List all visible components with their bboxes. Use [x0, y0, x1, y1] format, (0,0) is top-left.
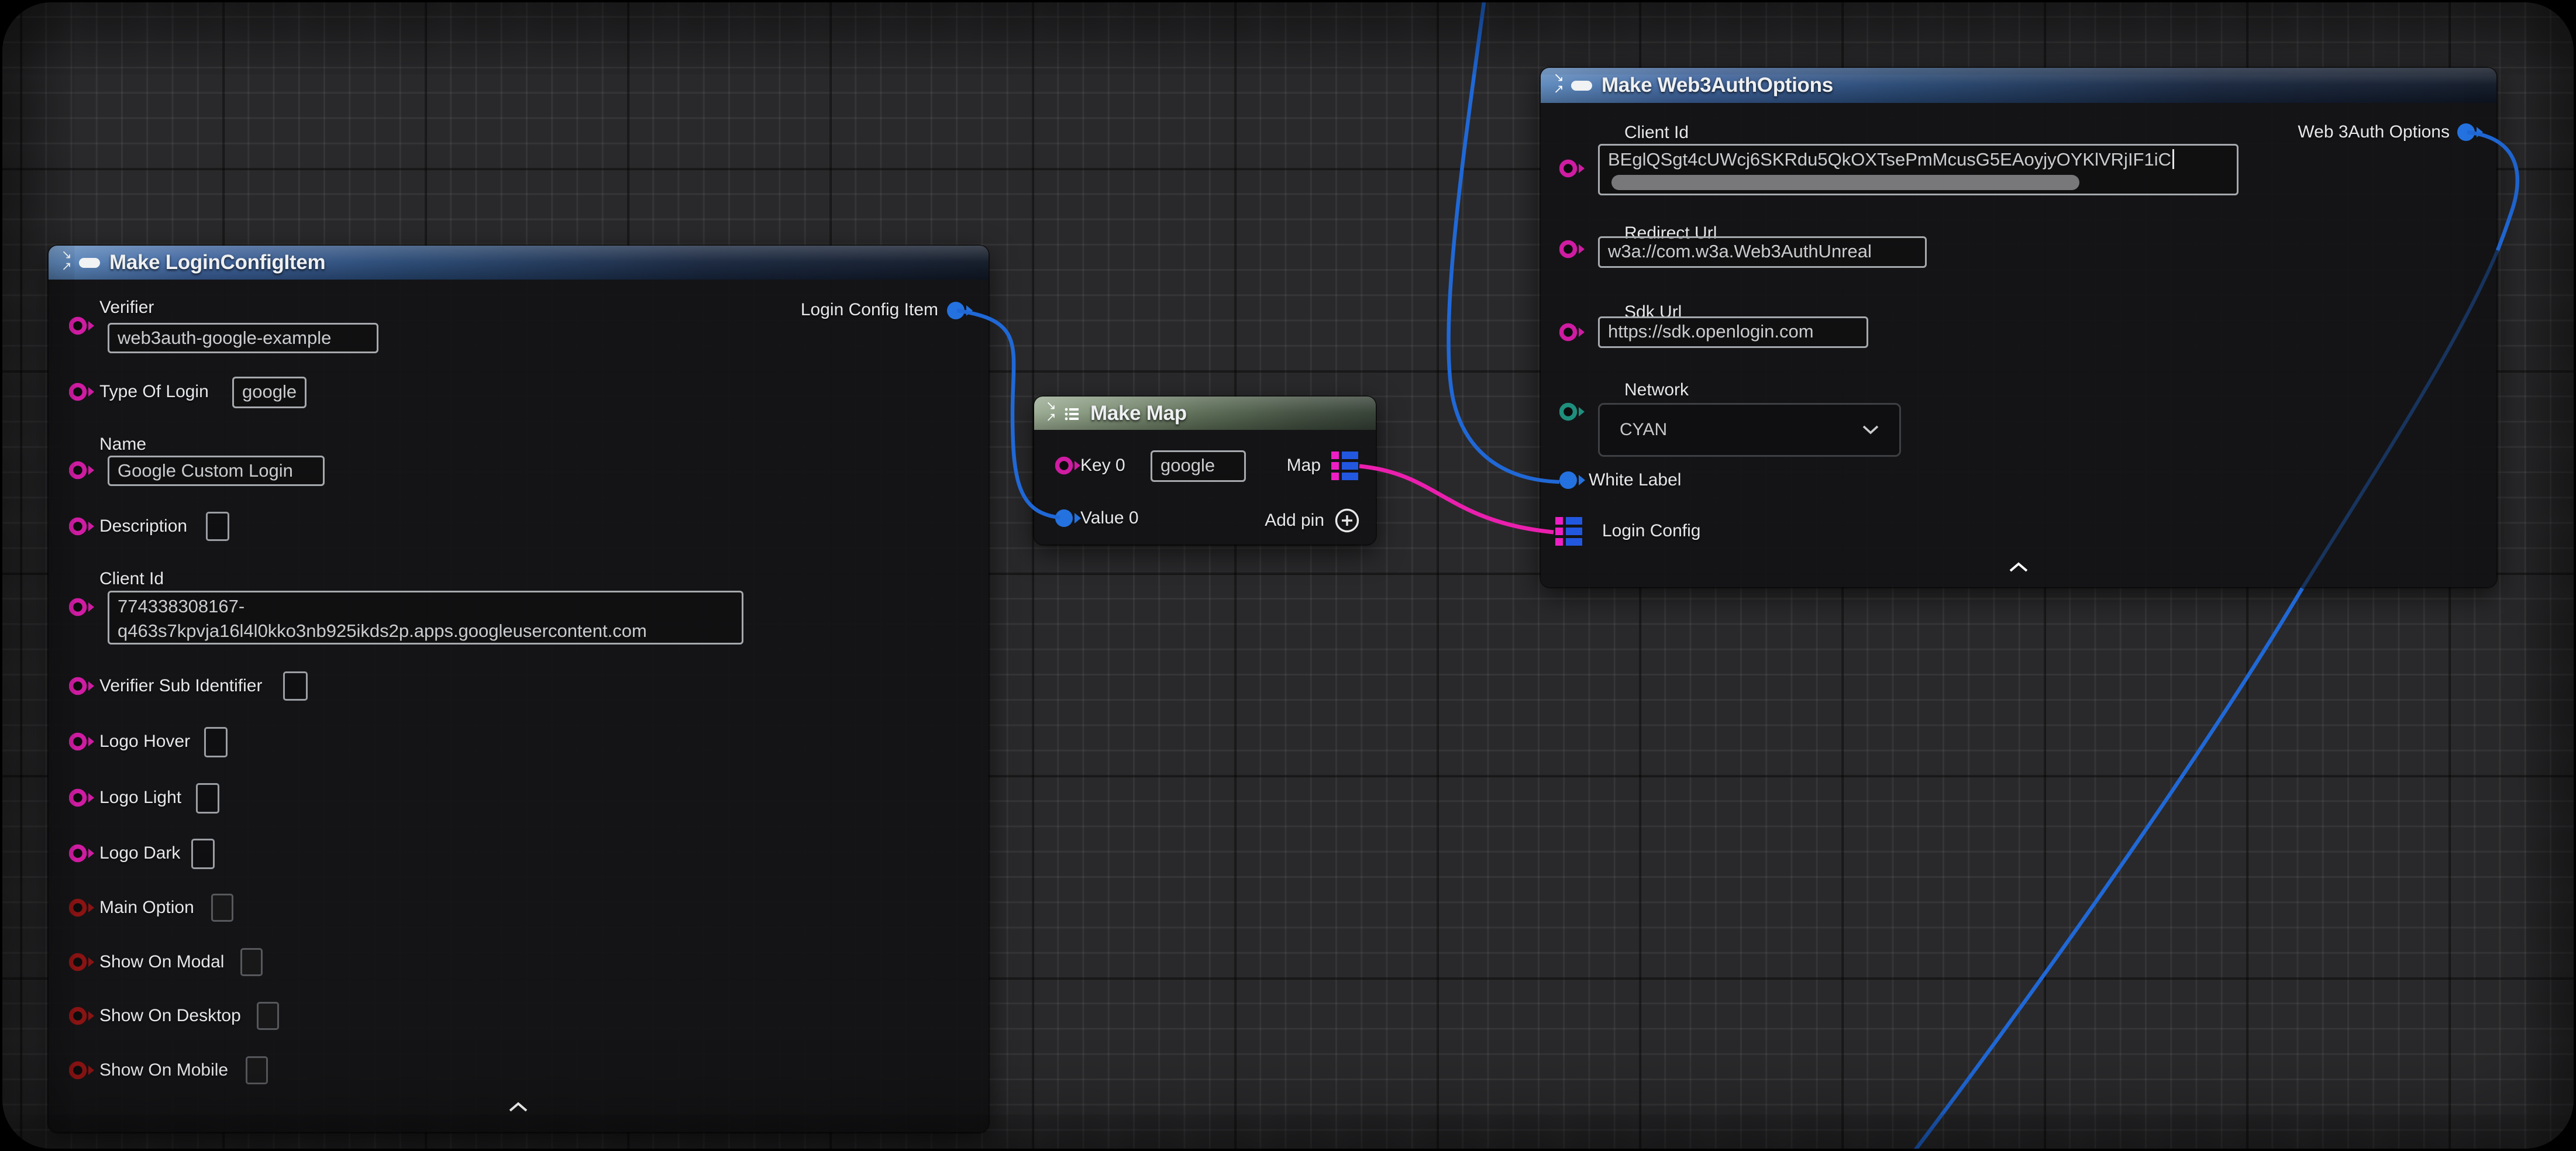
- pin-main-option[interactable]: [69, 898, 96, 918]
- name-input[interactable]: Google Custom Login: [108, 456, 325, 486]
- client-id-line1: 774338308167-: [118, 594, 733, 619]
- sdk-url-input[interactable]: https://sdk.openlogin.com: [1598, 316, 1868, 348]
- node-make-web3authoptions[interactable]: ↘↗ Make Web3AuthOptions Web 3Auth Option…: [1541, 68, 2496, 587]
- pin-type-of-login[interactable]: [69, 382, 96, 402]
- pin-web3auth-options-output[interactable]: [2457, 122, 2484, 142]
- node-header-make-web3authoptions[interactable]: ↘↗ Make Web3AuthOptions: [1541, 68, 2496, 103]
- pin-label-verifier-sub-identifier: Verifier Sub Identifier: [99, 676, 262, 697]
- pin-label-logo-light: Logo Light: [99, 787, 181, 808]
- pin-label-name: Name: [99, 434, 146, 455]
- logo-light-input[interactable]: [196, 783, 219, 814]
- pin-client-id[interactable]: [69, 597, 96, 617]
- show-on-desktop-checkbox[interactable]: [257, 1002, 279, 1030]
- pin-name[interactable]: [69, 460, 96, 480]
- pin-show-on-desktop[interactable]: [69, 1006, 96, 1026]
- pin-label-client-id: Client Id: [1624, 122, 1689, 143]
- node-make-loginconfigitem[interactable]: ↘↗ Make LoginConfigItem Login Config Ite…: [49, 246, 989, 1132]
- pin-label-show-on-modal: Show On Modal: [99, 952, 224, 973]
- description-input[interactable]: [206, 512, 229, 541]
- pin-label-client-id: Client Id: [99, 568, 164, 590]
- node-make-map[interactable]: ↘↗ Make Map Key 0 google Map: [1034, 397, 1376, 545]
- pin-label-logo-dark: Logo Dark: [99, 843, 180, 864]
- pin-label-value-0: Value 0: [1080, 508, 1139, 529]
- logo-dark-input[interactable]: [191, 839, 215, 869]
- map-output[interactable]: Map: [1287, 451, 1358, 480]
- pin-label-network: Network: [1624, 380, 1689, 401]
- collapse-node-chevron-icon[interactable]: [508, 1102, 528, 1115]
- client-id-input[interactable]: BEglQSgt4cUWcj6SKRdu5QkOXTsePmMcusG5EAoy…: [1598, 144, 2238, 195]
- main-option-checkbox[interactable]: [211, 894, 233, 922]
- show-on-mobile-checkbox[interactable]: [246, 1056, 268, 1084]
- pin-logo-dark[interactable]: [69, 843, 96, 863]
- collapse-node-chevron-icon[interactable]: [2009, 562, 2029, 576]
- node-header-make-map[interactable]: ↘↗ Make Map: [1034, 397, 1376, 430]
- client-id-input[interactable]: 774338308167- q463s7kpvja16l4l0kko3nb925…: [108, 591, 743, 645]
- type-of-login-input[interactable]: google: [232, 377, 306, 408]
- pin-label-show-on-mobile: Show On Mobile: [99, 1060, 228, 1081]
- pin-login-config-item-output[interactable]: [947, 301, 974, 321]
- add-pin-label: Add pin: [1265, 510, 1324, 531]
- pin-label-logo-hover: Logo Hover: [99, 731, 190, 752]
- pin-logo-hover[interactable]: [69, 732, 96, 752]
- pin-label-show-on-desktop: Show On Desktop: [99, 1005, 241, 1026]
- pin-sdk-url[interactable]: [1559, 322, 1586, 342]
- pin-label-map: Map: [1287, 455, 1321, 476]
- make-map-icon: ↘↗: [1046, 401, 1084, 427]
- pin-label-web3auth-options: Web 3Auth Options: [2298, 122, 2450, 143]
- wire-web3authoptions-to-bottom: [1913, 588, 2302, 1149]
- redirect-url-input[interactable]: w3a://com.w3a.Web3AuthUnreal: [1598, 236, 1927, 268]
- pin-label-verifier: Verifier: [99, 297, 154, 318]
- pin-white-label[interactable]: [1559, 470, 1586, 490]
- pin-show-on-modal[interactable]: [69, 952, 96, 972]
- pin-verifier-sub-identifier[interactable]: [69, 676, 96, 696]
- pin-client-id[interactable]: [1559, 158, 1586, 178]
- pin-label-login-config: Login Config: [1602, 521, 1700, 542]
- node-title: Make Map: [1090, 402, 1187, 425]
- add-pin-icon[interactable]: [1334, 507, 1361, 534]
- pin-label-main-option: Main Option: [99, 897, 194, 918]
- verifier-input[interactable]: web3auth-google-example: [108, 323, 378, 353]
- pin-redirect-url[interactable]: [1559, 239, 1586, 259]
- make-struct-icon: ↘↗: [1554, 73, 1594, 99]
- key-0-input[interactable]: google: [1151, 450, 1246, 482]
- make-struct-icon: ↘↗: [61, 250, 102, 276]
- chevron-down-icon: [1862, 425, 1879, 435]
- pin-show-on-mobile[interactable]: [69, 1060, 96, 1080]
- node-title: Make LoginConfigItem: [109, 251, 325, 274]
- pin-label-description: Description: [99, 516, 187, 537]
- pin-logo-light[interactable]: [69, 788, 96, 808]
- pin-label-white-label: White Label: [1589, 470, 1681, 491]
- client-id-line2: q463s7kpvja16l4l0kko3nb925ikds2p.apps.go…: [118, 619, 733, 643]
- pin-value-0[interactable]: [1055, 508, 1082, 528]
- pin-label-type-of-login: Type Of Login: [99, 381, 209, 402]
- client-id-scrollbar[interactable]: [1611, 175, 2079, 190]
- node-title: Make Web3AuthOptions: [1602, 74, 1833, 97]
- pin-key-0[interactable]: [1055, 456, 1082, 475]
- add-pin-button[interactable]: Add pin: [1265, 507, 1361, 534]
- blueprint-graph-canvas[interactable]: ↘↗ Make LoginConfigItem Login Config Ite…: [2, 2, 2574, 1149]
- map-pin-icon[interactable]: [1331, 450, 1358, 481]
- text-cursor: [2172, 149, 2174, 169]
- wire-map-to-loginconfig: [1359, 466, 1554, 532]
- pin-description[interactable]: [69, 516, 96, 536]
- pin-label-login-config-item: Login Config Item: [801, 299, 938, 321]
- network-dropdown[interactable]: CYAN: [1598, 403, 1901, 457]
- login-config-map-pin-icon[interactable]: [1555, 516, 1582, 546]
- pin-label-key-0: Key 0: [1080, 455, 1125, 476]
- logo-hover-input[interactable]: [204, 727, 228, 757]
- node-header-make-loginconfigitem[interactable]: ↘↗ Make LoginConfigItem: [49, 246, 989, 280]
- network-selected-value: CYAN: [1620, 420, 1667, 440]
- show-on-modal-checkbox[interactable]: [240, 948, 263, 976]
- pin-verifier[interactable]: [69, 316, 96, 336]
- client-id-value: BEglQSgt4cUWcj6SKRdu5QkOXTsePmMcusG5EAoy…: [1608, 149, 2171, 170]
- pin-network[interactable]: [1559, 402, 1586, 422]
- verifier-sub-identifier-input[interactable]: [283, 671, 308, 701]
